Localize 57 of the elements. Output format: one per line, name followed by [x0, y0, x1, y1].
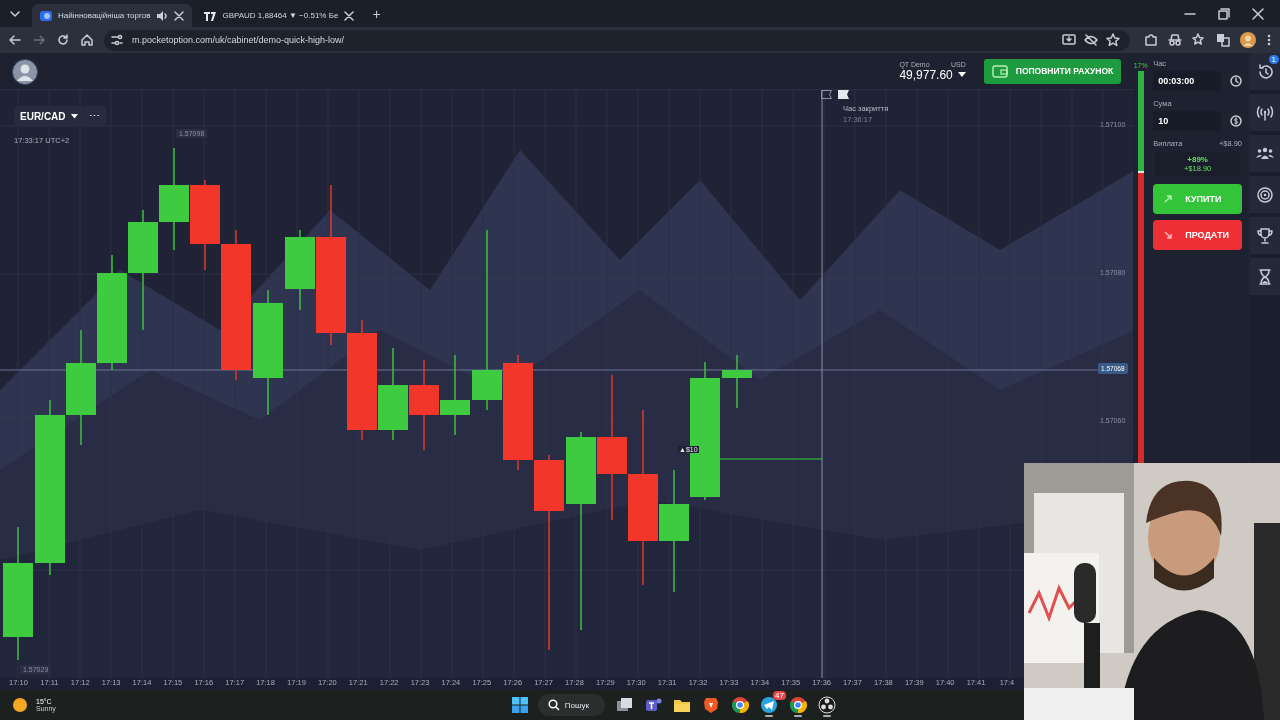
avatar-icon[interactable]: [12, 59, 38, 85]
url-text: m.pocketoption.com/uk/cabinet/demo-quick-high-low/: [132, 35, 345, 45]
site-settings-icon[interactable]: [110, 33, 124, 47]
chrome-icon[interactable]: [731, 696, 749, 714]
sell-button[interactable]: ПРОДАТИ: [1153, 220, 1243, 250]
target-icon[interactable]: [1256, 185, 1274, 204]
caret-icon: [957, 71, 966, 78]
site-icon: [204, 9, 217, 22]
incognito-icon[interactable]: [1168, 33, 1182, 47]
arrow-up-right-icon: [1163, 194, 1174, 204]
tab-title: GBPAUD 1,88464 ▼ −0.51% Бе: [222, 11, 339, 20]
forward-icon[interactable]: [32, 33, 46, 47]
dollar-icon[interactable]: [1230, 115, 1243, 127]
search-field[interactable]: Пошук: [537, 694, 605, 716]
install-icon[interactable]: [1062, 33, 1076, 47]
payout-percent: +89%: [1187, 155, 1208, 164]
sun-icon: [12, 697, 28, 713]
wallet-icon: [991, 64, 1008, 78]
close-icon[interactable]: [174, 10, 185, 21]
windows-icon[interactable]: [510, 696, 529, 714]
teams-icon[interactable]: [644, 696, 662, 714]
profile-avatar-icon[interactable]: [1240, 32, 1256, 48]
close-icon[interactable]: [344, 10, 355, 21]
trophy-icon[interactable]: [1256, 226, 1274, 245]
chrome-icon[interactable]: [789, 696, 807, 714]
tab-title: Найінноваційніша торгов: [58, 11, 151, 20]
paper-plane-icon[interactable]: [760, 696, 778, 714]
eye-off-icon[interactable]: [1084, 33, 1098, 47]
clock-icon[interactable]: [1230, 75, 1243, 87]
deposit-button[interactable]: ПОПОВНИТИ РАХУНОК: [983, 58, 1122, 84]
browser-tab[interactable]: Найінноваційніша торгов: [32, 4, 193, 27]
reload-icon[interactable]: [56, 33, 70, 47]
task-view-icon[interactable]: [615, 696, 633, 714]
arrow-down-right-icon: [1163, 230, 1174, 240]
lion-shield-icon[interactable]: [702, 696, 720, 714]
new-tab-button[interactable]: +: [366, 5, 387, 22]
back-icon[interactable]: [8, 33, 22, 47]
browser-tab[interactable]: GBPAUD 1,88464 ▼ −0.51% Бе: [196, 4, 363, 27]
input-field[interactable]: 10: [1153, 111, 1222, 131]
site-icon: [40, 9, 52, 22]
translate-icon[interactable]: [1216, 33, 1230, 47]
address-field[interactable]: m.pocketoption.com/uk/cabinet/demo-quick-high-low/: [104, 29, 1130, 51]
input-field[interactable]: 00:03:00: [1153, 71, 1222, 91]
history-icon[interactable]: [1256, 62, 1274, 81]
extensions-icon[interactable]: [1144, 33, 1158, 47]
notification-badge: 47: [773, 691, 786, 700]
search-icon: [547, 699, 560, 711]
home-icon[interactable]: [80, 33, 94, 47]
star-icon[interactable]: [1106, 33, 1120, 47]
obs-icon[interactable]: [818, 696, 836, 714]
hourglass-icon[interactable]: [1256, 267, 1274, 286]
close-icon[interactable]: [1252, 7, 1264, 20]
signal-icon[interactable]: [1256, 103, 1274, 122]
restore-icon[interactable]: [1218, 7, 1230, 20]
menu-icon[interactable]: [1266, 33, 1272, 47]
bookmarks-icon[interactable]: [1192, 33, 1206, 47]
notification-badge: 1: [1268, 55, 1279, 64]
